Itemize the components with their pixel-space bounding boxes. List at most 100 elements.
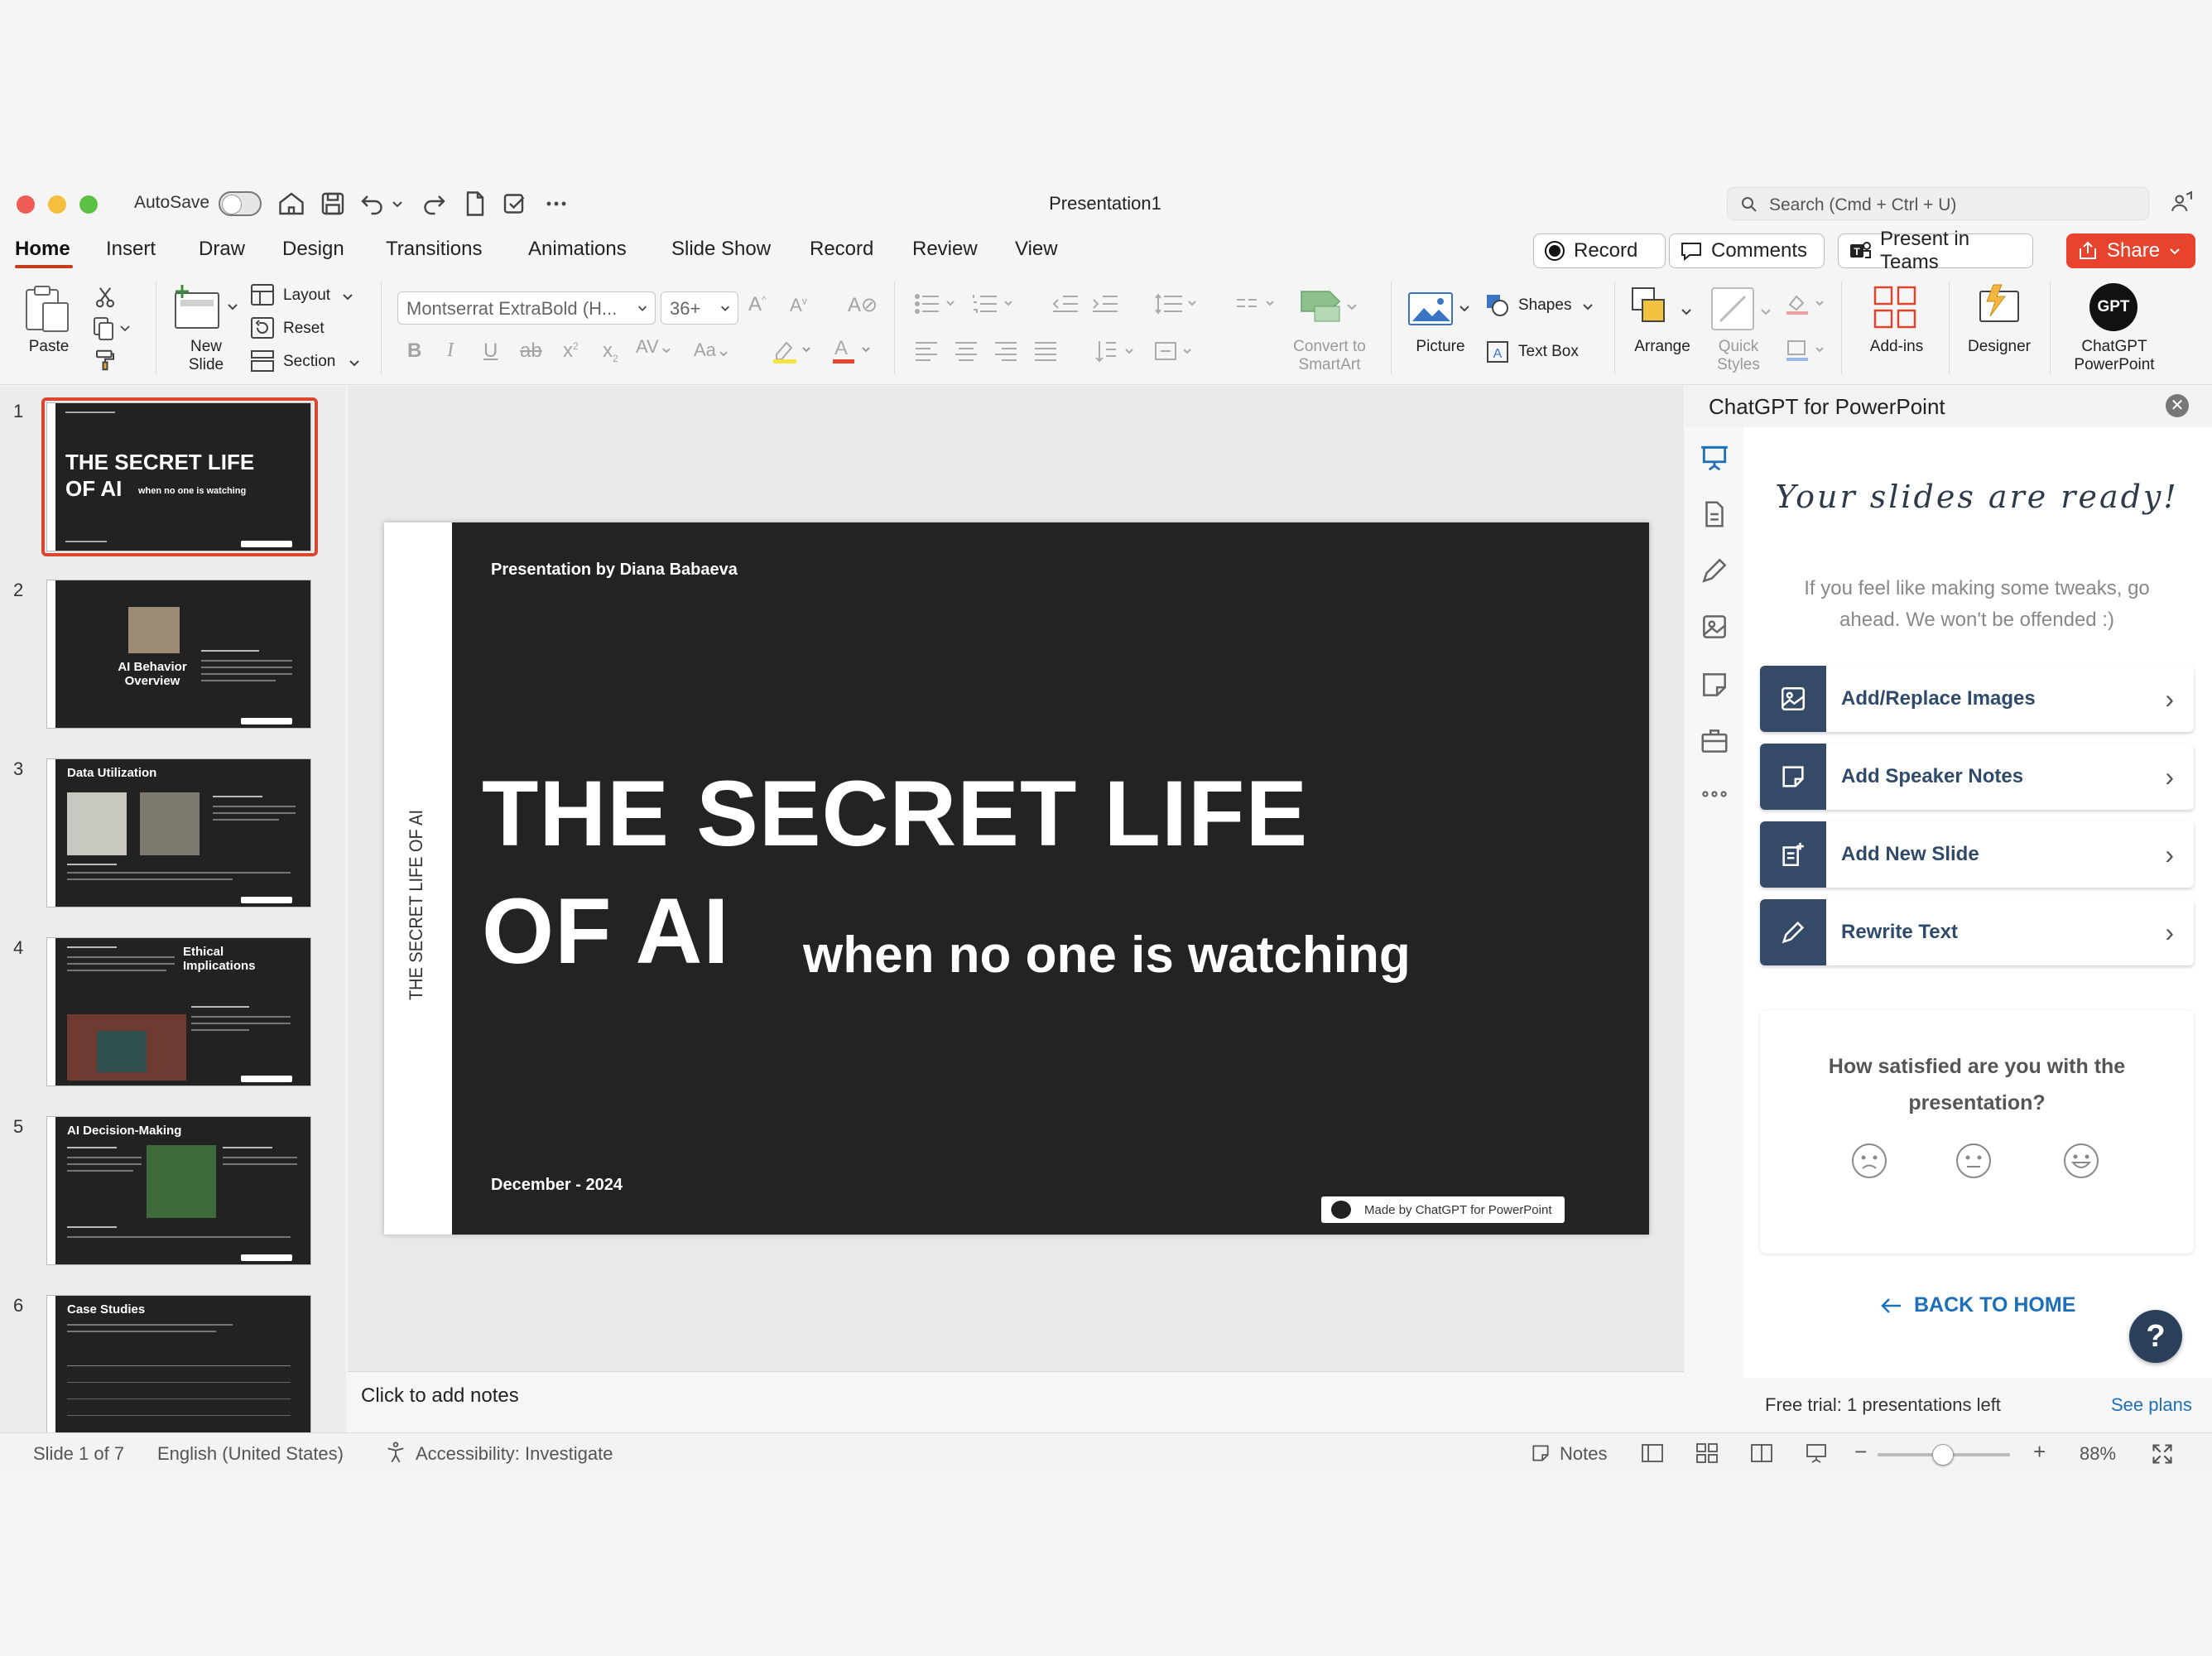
slide-sorter-icon[interactable] [1695,1442,1719,1464]
reset-icon[interactable] [250,316,275,339]
back-to-home-link[interactable]: BACK TO HOME [1881,1293,2075,1317]
autosave-toggle[interactable] [219,191,262,216]
add-new-slide-button[interactable]: Add New Slide › [1760,821,2194,888]
tab-insert[interactable]: Insert [106,238,156,261]
quick-styles-icon[interactable] [1709,285,1775,331]
zoom-slider-handle[interactable] [1932,1444,1954,1466]
present-in-teams-button[interactable]: T Present in Teams [1838,228,2033,273]
notes-placeholder[interactable]: Click to add notes [361,1384,519,1408]
more-icon[interactable] [1699,778,1730,810]
zoom-in-icon[interactable]: + [2033,1439,2046,1465]
strikethrough-icon[interactable]: ab [520,339,542,363]
tab-home[interactable]: Home [15,238,70,261]
change-case-icon[interactable]: Aa⌄ [694,339,731,361]
rewrite-text-button[interactable]: Rewrite Text › [1760,899,2194,965]
copy-icon[interactable] [91,316,131,341]
close-window-button[interactable] [17,195,35,214]
add-replace-images-button[interactable]: Add/Replace Images › [1760,666,2194,732]
cut-icon[interactable] [93,285,118,310]
smartart-icon[interactable] [1293,286,1363,328]
increase-indent-icon[interactable] [1091,291,1119,316]
redo-icon[interactable] [419,189,449,219]
tab-transitions[interactable]: Transitions [386,238,482,261]
decrease-font-size-icon[interactable]: Av [790,295,807,316]
justify-icon[interactable] [1033,339,1058,363]
accessibility-icon[interactable] [384,1441,407,1464]
zoom-window-button[interactable] [79,195,98,214]
numbering-icon[interactable] [972,291,1022,316]
save-icon[interactable] [318,189,348,219]
shapes-icon[interactable] [1485,293,1510,318]
decrease-indent-icon[interactable] [1051,291,1080,316]
document-add-icon[interactable] [1699,498,1730,530]
comments-button[interactable]: Comments [1669,233,1825,268]
layout-button[interactable]: Layout [283,286,330,305]
add-speaker-notes-button[interactable]: Add Speaker Notes › [1760,744,2194,810]
designer-icon[interactable] [1975,283,2023,330]
home-icon[interactable] [276,189,306,219]
neutral-face-icon[interactable] [1955,1143,1992,1179]
notes-pane[interactable] [348,1371,1684,1432]
record-button[interactable]: Record [1533,233,1666,268]
clear-formatting-icon[interactable]: A⊘ [848,293,878,317]
normal-view-icon[interactable] [1641,1442,1664,1464]
tab-view[interactable]: View [1015,238,1058,261]
format-painter-icon[interactable] [93,348,118,373]
chatgpt-powerpoint-icon[interactable]: GPT [2089,283,2137,331]
picture-icon[interactable] [1407,290,1474,328]
tab-review[interactable]: Review [912,238,978,261]
align-text-icon[interactable] [1152,338,1199,364]
add-ins-icon[interactable] [1873,285,1917,330]
slide-show-icon[interactable] [1805,1442,1828,1464]
customize-icon[interactable] [500,189,530,219]
unhappy-face-icon[interactable] [1851,1143,1887,1179]
accessibility-status[interactable]: Accessibility: Investigate [416,1443,613,1465]
slide-thumbnail-6[interactable]: Case Studies [46,1295,311,1432]
image-icon[interactable] [1699,611,1730,643]
slide-date[interactable]: December - 2024 [491,1176,623,1195]
section-dropdown-chevron-icon[interactable] [348,356,361,369]
new-slide-icon[interactable] [171,282,240,333]
reading-view-icon[interactable] [1750,1442,1773,1464]
superscript-icon[interactable]: x2 [563,339,579,363]
underline-icon[interactable]: U [483,339,498,363]
highlight-color-icon[interactable] [772,336,813,364]
shapes-button[interactable]: Shapes [1518,296,1571,315]
slide-thumbnail-5[interactable]: AI Decision-Making [46,1116,311,1265]
more-options-icon[interactable] [541,189,571,219]
tab-animations[interactable]: Animations [528,238,627,261]
presentation-icon[interactable] [1699,442,1730,474]
arrange-icon[interactable] [1629,285,1695,331]
fit-to-window-icon[interactable] [2151,1442,2174,1466]
tab-design[interactable]: Design [282,238,344,261]
share-button[interactable]: Share [2066,233,2195,268]
subscript-icon[interactable]: x2 [603,339,618,364]
slide-thumbnail-4[interactable]: Ethical Implications [46,937,311,1086]
tab-draw[interactable]: Draw [199,238,245,261]
zoom-out-icon[interactable]: − [1854,1439,1867,1465]
section-button[interactable]: Section [283,353,335,371]
undo-icon[interactable] [358,189,387,219]
columns-icon[interactable] [1235,291,1282,316]
new-document-icon[interactable] [460,189,490,219]
shapes-dropdown-chevron-icon[interactable] [1581,300,1594,313]
briefcase-icon[interactable] [1699,725,1730,757]
zoom-level[interactable]: 88% [2080,1443,2116,1465]
language-status[interactable]: English (United States) [157,1443,344,1465]
shape-outline-icon[interactable] [1785,338,1830,363]
happy-face-icon[interactable] [2063,1143,2099,1179]
tab-record[interactable]: Record [810,238,873,261]
font-color-icon[interactable]: A [831,336,873,364]
shape-fill-icon[interactable] [1785,291,1830,316]
align-right-icon[interactable] [993,339,1018,363]
bold-icon[interactable]: B [407,339,421,363]
character-spacing-icon[interactable]: AV⌄ [636,336,674,358]
increase-font-size-icon[interactable]: A^ [748,293,767,316]
align-center-icon[interactable] [954,339,979,363]
help-button[interactable]: ? [2129,1310,2182,1363]
slide-side-text[interactable]: THE SECRET LIFE OF AI [387,752,447,1000]
slide-title-line-1[interactable]: THE SECRET LIFE [482,760,1308,867]
reset-button[interactable]: Reset [283,320,325,338]
tab-slide-show[interactable]: Slide Show [671,238,771,261]
font-size-select[interactable]: 36+ [661,291,738,325]
